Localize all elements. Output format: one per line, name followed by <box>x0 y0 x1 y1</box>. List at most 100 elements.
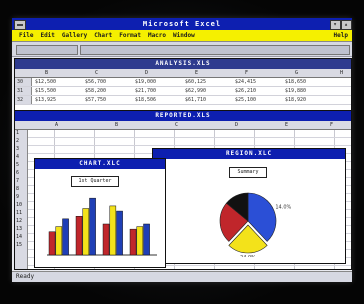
reported-title-bar[interactable]: REPORTED.XLS <box>15 111 351 121</box>
menu-format[interactable]: Format <box>119 32 141 39</box>
cell[interactable]: $62,990 <box>185 88 206 94</box>
table-row: 32 $13,925 $57,750 $18,506 $61,710 $25,1… <box>15 96 351 105</box>
pie-label: 24.0% <box>240 255 256 257</box>
menu-help[interactable]: Help <box>334 32 348 39</box>
bar-chart <box>47 197 157 256</box>
bar <box>143 223 150 256</box>
row-number[interactable]: 14 <box>16 234 22 240</box>
col-header[interactable]: E <box>285 122 288 128</box>
col-header[interactable]: C <box>95 70 98 76</box>
row-number[interactable]: 8 <box>16 186 19 192</box>
bar <box>82 208 90 256</box>
formula-bar[interactable] <box>16 45 78 55</box>
row-number[interactable]: 3 <box>16 146 19 152</box>
cell[interactable]: $56,700 <box>85 79 106 85</box>
cell[interactable]: $18,920 <box>285 97 306 103</box>
maximize-button[interactable]: ▴ <box>341 20 352 30</box>
col-header[interactable]: F <box>330 122 333 128</box>
region-chart-window[interactable]: REGION.XLC Summary 14.0% 24.0% <box>152 148 346 264</box>
minimize-button[interactable]: ▾ <box>330 20 341 30</box>
col-header[interactable]: A <box>55 122 58 128</box>
cell[interactable]: $13,925 <box>35 97 56 103</box>
summary-button[interactable]: Summary <box>229 167 267 178</box>
quarter-button[interactable]: 1st Quarter <box>71 176 119 187</box>
menu-edit[interactable]: Edit <box>40 32 54 39</box>
cell[interactable]: $61,710 <box>185 97 206 103</box>
row-number[interactable]: 30 <box>17 79 23 85</box>
chart-title: CHART.XLC <box>79 160 121 167</box>
col-header[interactable]: B <box>115 122 118 128</box>
bar <box>136 226 144 256</box>
cell[interactable]: $18,506 <box>135 97 156 103</box>
bar <box>129 228 137 256</box>
row-number[interactable]: 12 <box>16 218 22 224</box>
chart-title-bar[interactable]: CHART.XLC <box>35 159 165 169</box>
reported-column-headers: A B C D E F <box>15 121 351 130</box>
menu-macro[interactable]: Macro <box>148 32 166 39</box>
row-number[interactable]: 31 <box>17 88 23 94</box>
cell[interactable]: $18,650 <box>285 79 306 85</box>
region-title-bar[interactable]: REGION.XLC <box>153 149 345 159</box>
row-number[interactable]: 13 <box>16 226 22 232</box>
col-header[interactable]: C <box>175 122 178 128</box>
cell[interactable]: $19,880 <box>285 88 306 94</box>
cell[interactable]: $26,210 <box>235 88 256 94</box>
bar <box>109 205 117 256</box>
row-number[interactable]: 6 <box>16 170 19 176</box>
row-number[interactable]: 15 <box>16 242 22 248</box>
col-header[interactable]: H <box>340 70 343 76</box>
reported-title: REPORTED.XLS <box>155 112 211 119</box>
bar <box>102 223 110 256</box>
col-header[interactable]: F <box>245 70 248 76</box>
screen: Microsoft Excel ▾ ▴ File Edit Gallery Ch… <box>12 18 352 282</box>
menu-chart[interactable]: Chart <box>94 32 112 39</box>
row-number-column: 1 2 3 4 5 6 7 8 9 10 11 12 13 14 15 <box>15 130 28 269</box>
table-row: 31 $15,500 $58,200 $21,700 $62,990 $26,2… <box>15 87 351 96</box>
menu-window[interactable]: Window <box>173 32 195 39</box>
status-text: Ready <box>16 273 35 280</box>
cell[interactable]: $12,500 <box>35 79 56 85</box>
pie-label: 14.0% <box>275 204 291 210</box>
analysis-title: ANALYSIS.XLS <box>155 60 211 67</box>
col-header[interactable]: D <box>235 122 238 128</box>
row-number[interactable]: 5 <box>16 162 19 168</box>
bar-chart-window[interactable]: CHART.XLC 1st Quarter <box>34 158 166 268</box>
bar <box>48 231 56 256</box>
col-header[interactable]: G <box>295 70 298 76</box>
row-number[interactable]: 9 <box>16 194 19 200</box>
bar <box>55 226 63 256</box>
col-header[interactable]: E <box>195 70 198 76</box>
status-bar: Ready <box>12 271 352 282</box>
cell[interactable]: $19,000 <box>135 79 156 85</box>
table-row: 30 $12,500 $56,700 $19,000 $60,125 $24,4… <box>15 78 351 87</box>
row-number[interactable]: 10 <box>16 202 22 208</box>
cell[interactable]: $60,125 <box>185 79 206 85</box>
cell[interactable]: $15,500 <box>35 88 56 94</box>
col-header[interactable]: B <box>45 70 48 76</box>
cell[interactable]: $21,700 <box>135 88 156 94</box>
region-title: REGION.XLC <box>225 150 273 157</box>
row-number[interactable]: 4 <box>16 154 19 160</box>
row-number[interactable]: 1 <box>16 130 19 136</box>
app-title-bar: Microsoft Excel ▾ ▴ <box>12 18 352 30</box>
cell[interactable]: $57,750 <box>85 97 106 103</box>
menu-bar: File Edit Gallery Chart Format Macro Win… <box>12 30 352 42</box>
col-header[interactable]: D <box>145 70 148 76</box>
formula-input[interactable] <box>80 45 350 55</box>
monitor-frame: Microsoft Excel ▾ ▴ File Edit Gallery Ch… <box>0 0 364 304</box>
row-number[interactable]: 11 <box>16 210 22 216</box>
row-number[interactable]: 7 <box>16 178 19 184</box>
analysis-title-bar[interactable]: ANALYSIS.XLS <box>15 59 351 69</box>
row-number[interactable]: 2 <box>16 138 19 144</box>
menu-gallery[interactable]: Gallery <box>62 32 87 39</box>
toolbar <box>12 42 352 57</box>
cell[interactable]: $24,415 <box>235 79 256 85</box>
cell[interactable]: $25,100 <box>235 97 256 103</box>
bar <box>62 218 69 256</box>
cell[interactable]: $58,200 <box>85 88 106 94</box>
system-menu-button[interactable] <box>14 20 26 30</box>
bar <box>89 197 96 256</box>
menu-file[interactable]: File <box>19 32 33 39</box>
row-number[interactable]: 32 <box>17 97 23 103</box>
pie-chart: 14.0% 24.0% <box>219 192 292 257</box>
